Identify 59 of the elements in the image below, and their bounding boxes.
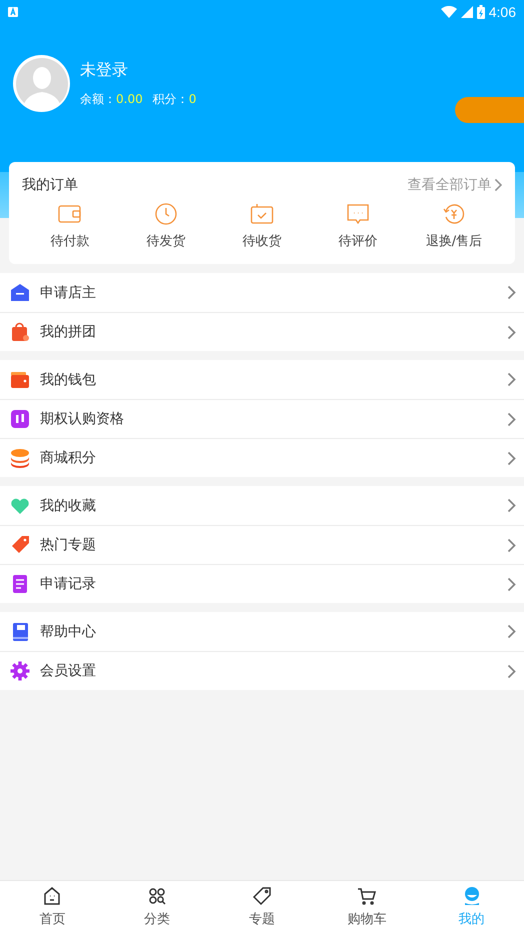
order-status-label[interactable]: 待发货 bbox=[146, 232, 186, 250]
chevron-right-icon bbox=[507, 412, 516, 426]
avatar-silhouette-icon bbox=[16, 58, 68, 110]
menu-item-label[interactable]: 热门专题 bbox=[40, 536, 497, 554]
tag-icon bbox=[252, 886, 272, 906]
order-status-label[interactable]: 待评价 bbox=[338, 232, 378, 250]
menu-item-label[interactable]: 商城积分 bbox=[40, 449, 497, 467]
points-value: 0 bbox=[188, 92, 196, 106]
comment-icon bbox=[346, 202, 370, 226]
menu-item-label[interactable]: 会员设置 bbox=[40, 662, 497, 680]
box-check-icon bbox=[250, 202, 274, 226]
cart-icon bbox=[356, 886, 377, 906]
tab[interactable]: 购物车 bbox=[314, 881, 420, 932]
category-icon bbox=[147, 886, 168, 906]
tab[interactable]: 专题 bbox=[210, 881, 314, 932]
candlestick-icon bbox=[10, 409, 30, 429]
balance-value: 0.00 bbox=[116, 92, 143, 106]
menu-item-label[interactable]: 期权认购资格 bbox=[40, 410, 497, 428]
chevron-right-icon bbox=[507, 498, 516, 513]
battery-icon bbox=[476, 5, 485, 19]
menu-item-label[interactable]: 我的钱包 bbox=[40, 370, 497, 388]
home-icon bbox=[42, 886, 62, 906]
clock-time: 4:06 bbox=[488, 4, 516, 20]
gear-icon bbox=[10, 661, 30, 681]
chevron-right-icon bbox=[507, 538, 516, 552]
refund-icon bbox=[442, 202, 466, 226]
menu-item-label[interactable]: 申请记录 bbox=[40, 575, 497, 593]
tab[interactable]: 首页 bbox=[0, 881, 105, 932]
book-icon bbox=[10, 622, 30, 642]
order-status-label[interactable]: 待付款 bbox=[50, 232, 90, 250]
document-icon bbox=[10, 574, 30, 594]
signal-icon bbox=[460, 6, 473, 18]
house-icon bbox=[10, 282, 30, 302]
chevron-right-icon bbox=[507, 324, 516, 340]
chevron-right-icon bbox=[507, 285, 516, 300]
points-label: 积分： bbox=[152, 92, 189, 106]
orders-title: 我的订单 bbox=[22, 176, 78, 194]
menu-item-label[interactable]: 我的拼团 bbox=[40, 323, 497, 341]
menu-item-label[interactable]: 我的收藏 bbox=[40, 496, 497, 514]
chevron-right-icon bbox=[507, 624, 516, 639]
wallet-icon bbox=[10, 370, 30, 390]
coin-stack-icon bbox=[10, 448, 30, 468]
clock-icon bbox=[154, 202, 178, 226]
user-name: 未登录 bbox=[80, 60, 128, 78]
order-status-label[interactable]: 待收货 bbox=[242, 232, 282, 250]
order-status-label[interactable]: 退换/售后 bbox=[426, 232, 482, 250]
menu-item-label[interactable]: 申请店主 bbox=[40, 284, 497, 302]
tab[interactable]: 分类 bbox=[104, 881, 210, 932]
chevron-right-icon bbox=[494, 178, 502, 192]
wifi-icon bbox=[440, 6, 457, 18]
shopping-bag-icon bbox=[10, 322, 30, 342]
tag-icon bbox=[10, 535, 30, 555]
chevron-right-icon bbox=[507, 664, 516, 678]
chevron-right-icon bbox=[507, 450, 516, 466]
balance-label: 余额： bbox=[80, 92, 116, 106]
chevron-right-icon bbox=[507, 576, 516, 592]
menu-item-label[interactable]: 帮助中心 bbox=[40, 622, 497, 640]
notification-icon bbox=[8, 7, 18, 17]
chevron-right-icon bbox=[507, 372, 516, 387]
